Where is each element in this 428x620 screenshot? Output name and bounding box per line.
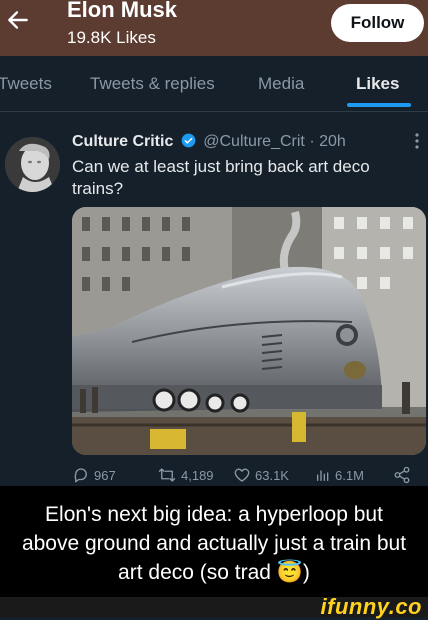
profile-likes-count: 19.8K Likes [67,28,156,47]
like-count: 63.1K [255,467,289,483]
avatar[interactable] [5,137,60,192]
tweet-image[interactable] [72,207,426,455]
follow-button[interactable]: Follow [331,4,424,42]
meta-separator: · [309,133,315,150]
reply-action[interactable]: 967 [72,466,116,484]
like-icon [234,468,250,482]
ifunny-watermark: ifunny.co [320,594,422,619]
tweet-author-name[interactable]: Culture Critic [72,133,173,150]
profile-name: Elon Musk [67,0,178,22]
meme-caption-area: Elon's next big idea: a hyperloop but ab… [0,486,428,597]
reply-count: 967 [94,467,116,483]
share-action[interactable] [393,466,415,484]
retweet-count: 4,189 [181,467,214,483]
retweet-action[interactable]: 4,189 [157,466,214,484]
share-icon [394,466,410,484]
active-tab-indicator [347,103,411,107]
watermark-bar: ifunny.co [0,594,428,619]
meme-caption: Elon's next big idea: a hyperloop but ab… [21,503,407,584]
tweet-time[interactable]: 20h [319,133,346,150]
tab-likes[interactable]: Likes [356,74,399,94]
reply-icon [74,468,87,483]
tweet-text: Can we at least just bring back art deco… [72,157,370,198]
tab-tweets[interactable]: Tweets [0,74,52,94]
views-count: 6.1M [335,467,364,483]
profile-header: Elon Musk 19.8K Likes Follow [0,0,428,56]
tweet-handle[interactable]: @Culture_Crit [203,133,305,150]
tab-tweets-and-replies[interactable]: Tweets & replies [90,74,215,94]
tab-media[interactable]: Media [258,74,304,94]
verified-badge-icon [181,133,196,148]
like-action[interactable]: 63.1K [233,466,289,484]
back-arrow-icon[interactable] [5,7,31,33]
retweet-icon [158,468,176,482]
views-action[interactable]: 6.1M [315,466,364,484]
tweet-meta: Culture Critic @Culture_Crit · 20h [72,133,346,151]
views-icon [317,470,329,481]
more-icon[interactable] [411,131,423,151]
